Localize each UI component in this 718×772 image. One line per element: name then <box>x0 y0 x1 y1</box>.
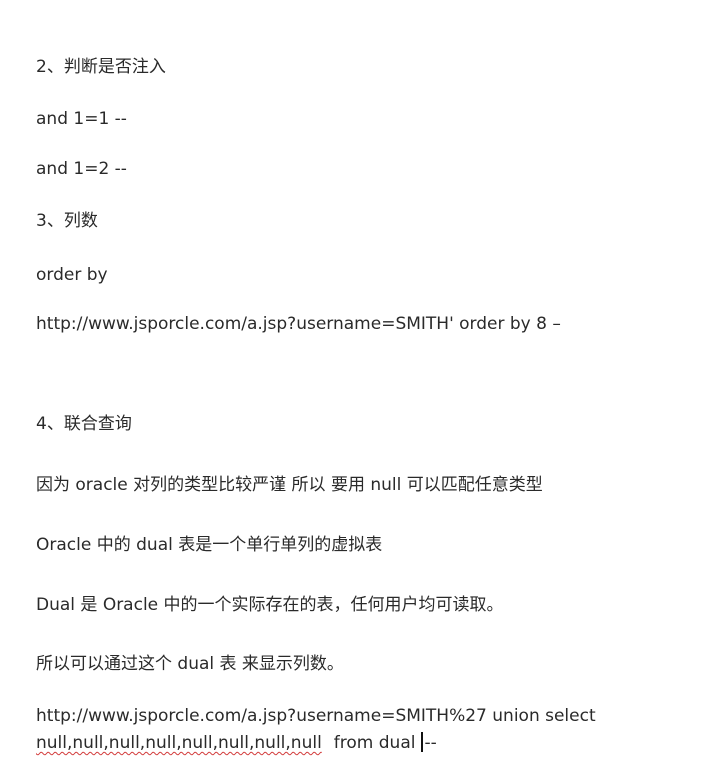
union-nulls: null,null,null,null,null,null,null,null <box>36 733 322 753</box>
note-dual-readable: Dual 是 Oracle 中的一个实际存在的表，任何用户均可读取。 <box>36 595 504 615</box>
url-order-by: http://www.jsporcle.com/a.jsp?username=S… <box>36 314 561 334</box>
document-page: 2、判断是否注入 and 1=1 -- and 1=2 -- 3、列数 orde… <box>0 0 718 772</box>
union-from-dual: from dual <box>333 733 416 753</box>
code-and-false: and 1=2 -- <box>36 159 127 179</box>
note-oracle-strict: 因为 oracle 对列的类型比较严谨 所以 要用 null 可以匹配任意类型 <box>36 475 543 495</box>
heading-columns: 3、列数 <box>36 211 98 231</box>
union-comment: -- <box>424 733 437 753</box>
url-union-select: http://www.jsporcle.com/a.jsp?username=S… <box>36 706 596 726</box>
union-select-continuation: null,null,null,null,null,null,null,null f… <box>36 732 437 754</box>
heading-union: 4、联合查询 <box>36 414 132 434</box>
note-show-columns: 所以可以通过这个 dual 表 来显示列数。 <box>36 654 344 674</box>
note-dual-table: Oracle 中的 dual 表是一个单行单列的虚拟表 <box>36 535 383 555</box>
code-and-true: and 1=1 -- <box>36 109 127 129</box>
heading-inject: 2、判断是否注入 <box>36 57 166 77</box>
code-order-by: order by <box>36 265 108 285</box>
